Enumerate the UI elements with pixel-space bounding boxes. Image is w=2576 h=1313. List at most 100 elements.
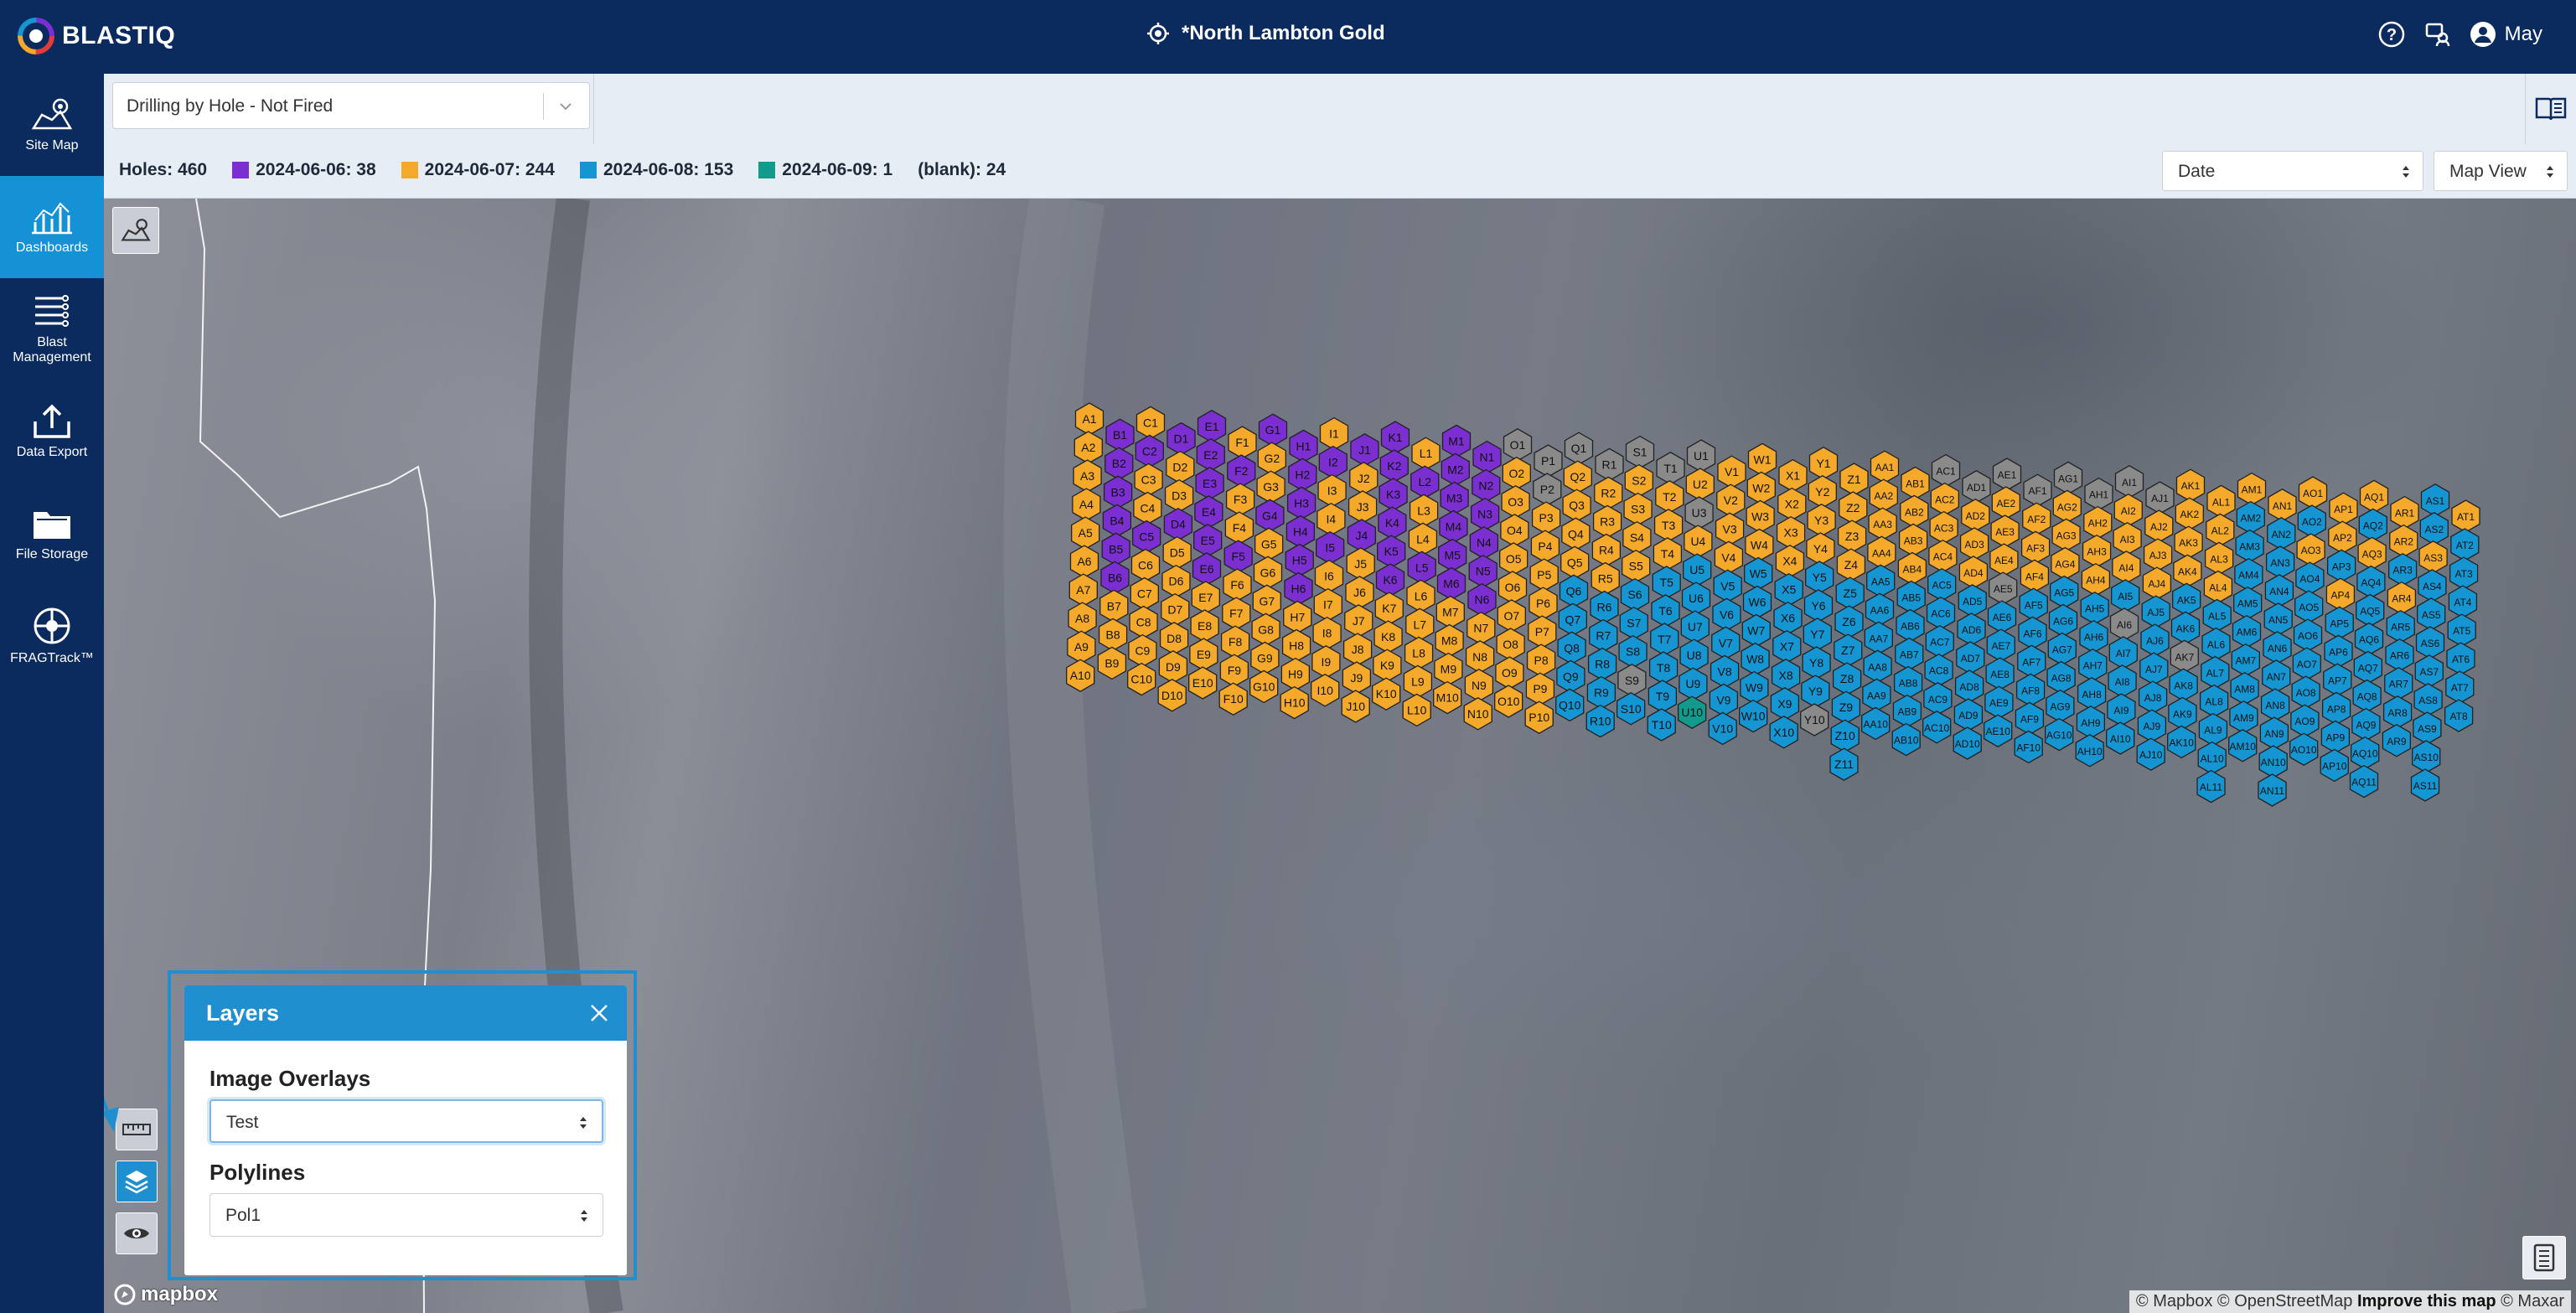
drill-hole[interactable]: U6 (1681, 582, 1711, 615)
drill-hole[interactable]: Z10 (1830, 719, 1860, 752)
drill-hole[interactable]: Q4 (1561, 517, 1591, 551)
drill-hole[interactable]: V9 (1709, 683, 1739, 717)
drill-hole[interactable]: AS10 (2412, 740, 2441, 773)
drill-hole[interactable]: AF4 (2020, 559, 2050, 593)
drill-hole[interactable]: AK5 (2172, 582, 2201, 617)
drill-hole[interactable]: E5 (1193, 524, 1223, 557)
drill-hole[interactable]: N5 (1468, 554, 1497, 588)
drill-hole[interactable]: AA6 (1865, 592, 1895, 627)
drill-hole[interactable]: G5 (1254, 527, 1284, 561)
mapbox-logo[interactable]: mapbox (114, 1283, 218, 1306)
drill-hole[interactable]: Y10 (1800, 703, 1829, 737)
drill-hole[interactable]: AO8 (2291, 675, 2320, 709)
drill-hole[interactable]: I3 (1317, 473, 1347, 508)
drill-hole[interactable]: G6 (1253, 556, 1283, 590)
drill-hole[interactable]: A9 (1067, 630, 1096, 664)
site-map-toggle[interactable] (112, 207, 159, 254)
drill-hole[interactable]: AB8 (1893, 665, 1923, 700)
drill-hole[interactable]: C8 (1129, 605, 1158, 639)
drill-hole[interactable]: AT1 (2451, 499, 2480, 533)
drill-hole[interactable]: AO2 (2297, 504, 2326, 538)
drill-hole[interactable]: U3 (1684, 496, 1714, 530)
drill-hole[interactable]: AR3 (2387, 552, 2418, 587)
drill-hole[interactable]: AQ11 (2349, 764, 2379, 799)
drill-hole[interactable]: AN9 (2259, 716, 2289, 750)
drill-hole[interactable]: O1 (1503, 428, 1533, 462)
drill-hole[interactable]: AN11 (2258, 773, 2287, 807)
nav-file-storage[interactable]: File Storage (0, 483, 104, 585)
drill-hole[interactable]: F4 (1224, 511, 1254, 545)
drill-hole[interactable]: AQ6 (2354, 622, 2384, 656)
visibility-button[interactable] (116, 1212, 158, 1254)
drill-hole[interactable]: E2 (1196, 438, 1225, 472)
drill-hole[interactable]: O3 (1501, 485, 1530, 519)
drill-hole[interactable]: AN8 (2260, 688, 2290, 721)
drill-hole[interactable]: E6 (1192, 552, 1222, 586)
drill-hole[interactable]: L7 (1405, 607, 1435, 642)
drill-hole[interactable]: AB6 (1896, 608, 1925, 643)
drill-hole[interactable]: J8 (1342, 633, 1373, 666)
drill-hole[interactable]: AF9 (2015, 701, 2045, 736)
drill-hole[interactable]: M9 (1434, 652, 1463, 686)
drill-hole[interactable]: AP1 (2329, 492, 2358, 525)
drill-hole[interactable]: AE8 (1985, 657, 2015, 690)
app-logo[interactable]: BLASTIQ (17, 17, 175, 55)
drill-hole[interactable]: W8 (1741, 642, 1770, 676)
drill-hole[interactable]: T1 (1656, 452, 1685, 485)
drill-hole[interactable]: K9 (1373, 649, 1402, 682)
drill-hole[interactable]: J4 (1347, 519, 1377, 552)
drill-hole[interactable]: AH6 (2079, 619, 2108, 654)
drill-hole[interactable]: AF5 (2019, 587, 2048, 622)
drill-hole[interactable]: V4 (1714, 540, 1744, 575)
drill-hole[interactable]: AG8 (2046, 660, 2076, 695)
drill-hole[interactable]: Z8 (1832, 662, 1862, 695)
drill-hole[interactable]: AG7 (2047, 632, 2077, 666)
drill-hole[interactable]: AL4 (2203, 570, 2233, 604)
drill-hole[interactable]: I10 (1311, 674, 1340, 707)
drill-hole[interactable]: AR4 (2387, 581, 2417, 615)
drill-hole[interactable]: J3 (1347, 490, 1378, 524)
drill-hole[interactable]: AN3 (2265, 545, 2295, 579)
drill-hole[interactable]: V7 (1711, 626, 1741, 660)
drill-hole[interactable]: AA5 (1866, 564, 1896, 598)
drill-hole[interactable]: AB5 (1896, 580, 1926, 614)
drill-hole[interactable]: U9 (1679, 667, 1708, 700)
drill-hole[interactable]: AD6 (1957, 613, 1986, 646)
drill-hole[interactable]: AG6 (2048, 603, 2078, 638)
drill-hole[interactable]: A10 (1066, 659, 1095, 692)
drill-hole[interactable]: S6 (1620, 577, 1650, 612)
drill-hole[interactable]: Q9 (1556, 659, 1585, 694)
drill-hole[interactable]: N3 (1470, 497, 1500, 531)
drill-hole[interactable]: AK1 (2175, 468, 2206, 502)
drill-hole[interactable]: V10 (1708, 711, 1737, 746)
drill-hole[interactable]: R6 (1590, 590, 1619, 624)
drill-hole[interactable]: T7 (1650, 623, 1679, 656)
drill-hole[interactable]: S8 (1618, 634, 1648, 669)
drill-hole[interactable]: AS1 (2420, 483, 2450, 517)
drill-hole[interactable]: T3 (1653, 509, 1684, 542)
drill-hole[interactable]: AB1 (1901, 466, 1930, 500)
polylines-select[interactable]: Pol1 (209, 1193, 603, 1237)
drill-hole[interactable]: M3 (1440, 481, 1469, 515)
maxar-link[interactable]: © Maxar (2501, 1292, 2564, 1310)
site-selector[interactable]: *North Lambton Gold (1146, 22, 1385, 45)
drill-hole[interactable]: AN1 (2268, 488, 2297, 522)
dashboard-select[interactable]: Drilling by Hole - Not Fired (112, 82, 590, 129)
drill-hole[interactable]: AP6 (2324, 634, 2353, 669)
drill-hole[interactable]: AJ8 (2138, 680, 2168, 714)
drill-hole[interactable]: D9 (1158, 650, 1188, 684)
drill-hole[interactable]: D6 (1161, 564, 1191, 598)
drill-hole[interactable]: L2 (1410, 465, 1440, 499)
drill-hole[interactable]: AK10 (2167, 725, 2196, 759)
drill-hole[interactable]: T10 (1647, 708, 1676, 742)
drill-hole[interactable]: AF8 (2015, 673, 2046, 707)
drill-hole[interactable]: AL3 (2204, 541, 2234, 576)
drill-hole[interactable]: AO5 (2294, 590, 2324, 623)
drill-hole[interactable]: AK3 (2174, 525, 2203, 559)
color-by-select[interactable]: Date (2162, 151, 2423, 191)
drill-hole[interactable]: AK4 (2173, 554, 2202, 588)
drill-hole[interactable]: AI3 (2113, 522, 2142, 556)
drill-hole[interactable]: AG3 (2051, 518, 2081, 552)
drill-hole[interactable]: H4 (1285, 514, 1316, 549)
drill-hole[interactable]: AG10 (2045, 717, 2074, 752)
